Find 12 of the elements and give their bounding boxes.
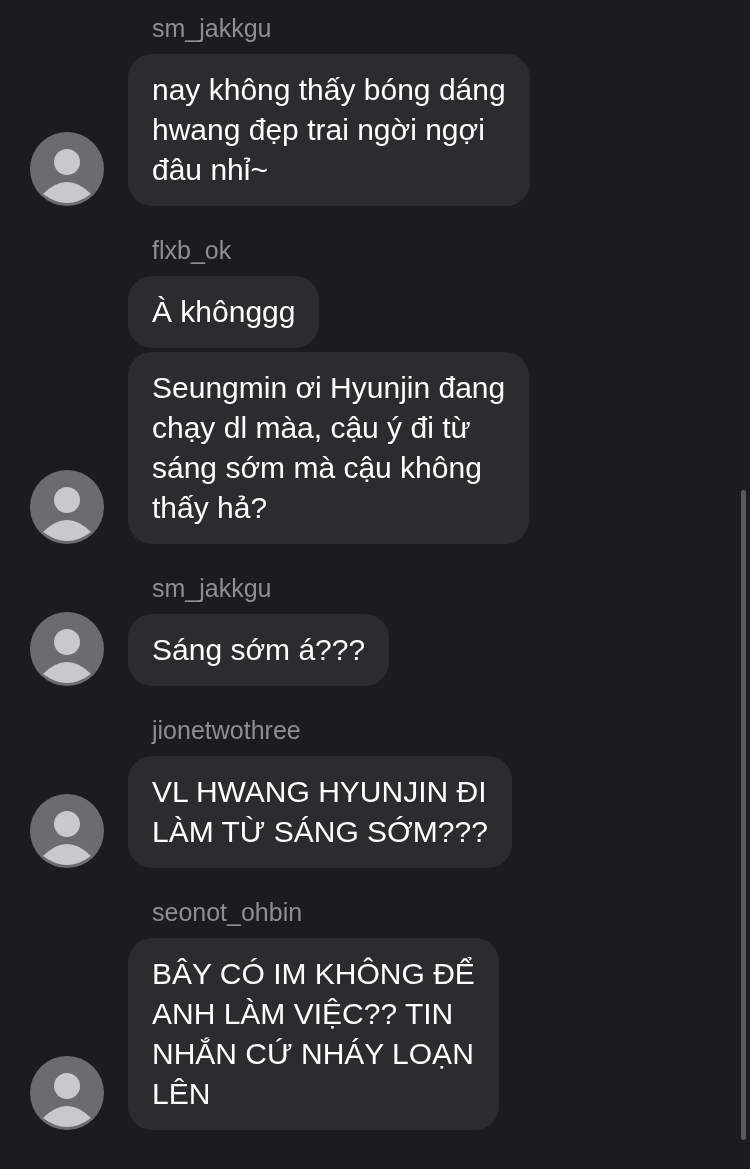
username: seonot_ohbin (152, 897, 303, 928)
username: flxb_ok (152, 235, 232, 266)
username: sm_jakkgu (152, 13, 272, 44)
username: sm_jakkgu (152, 573, 272, 604)
message-bubble: BÂY CÓ IM KHÔNG ĐỂ ANH LÀM VIỆC?? TIN NHẮN CỨ NHÁY LOẠN LÊN (128, 938, 499, 1130)
message-bubble: Seungmin ơi Hyunjin đang chạy dl màa, cậu ý đi từ sáng sớm mà cậu không thấy hả? (128, 352, 530, 544)
username: jionetwothree (152, 715, 301, 746)
scrollbar[interactable] (741, 490, 746, 1140)
message-bubble: Sáng sớm á??? (128, 614, 390, 686)
message-bubble: VL HWANG HYUNJIN ĐI LÀM TỪ SÁNG SỚM??? (128, 756, 512, 868)
message-bubble: À khônggg (128, 276, 320, 348)
message-bubble: nay không thấy bóng dáng hwang đẹp trai ngời ngợi đâu nhỉ~ (128, 54, 530, 206)
